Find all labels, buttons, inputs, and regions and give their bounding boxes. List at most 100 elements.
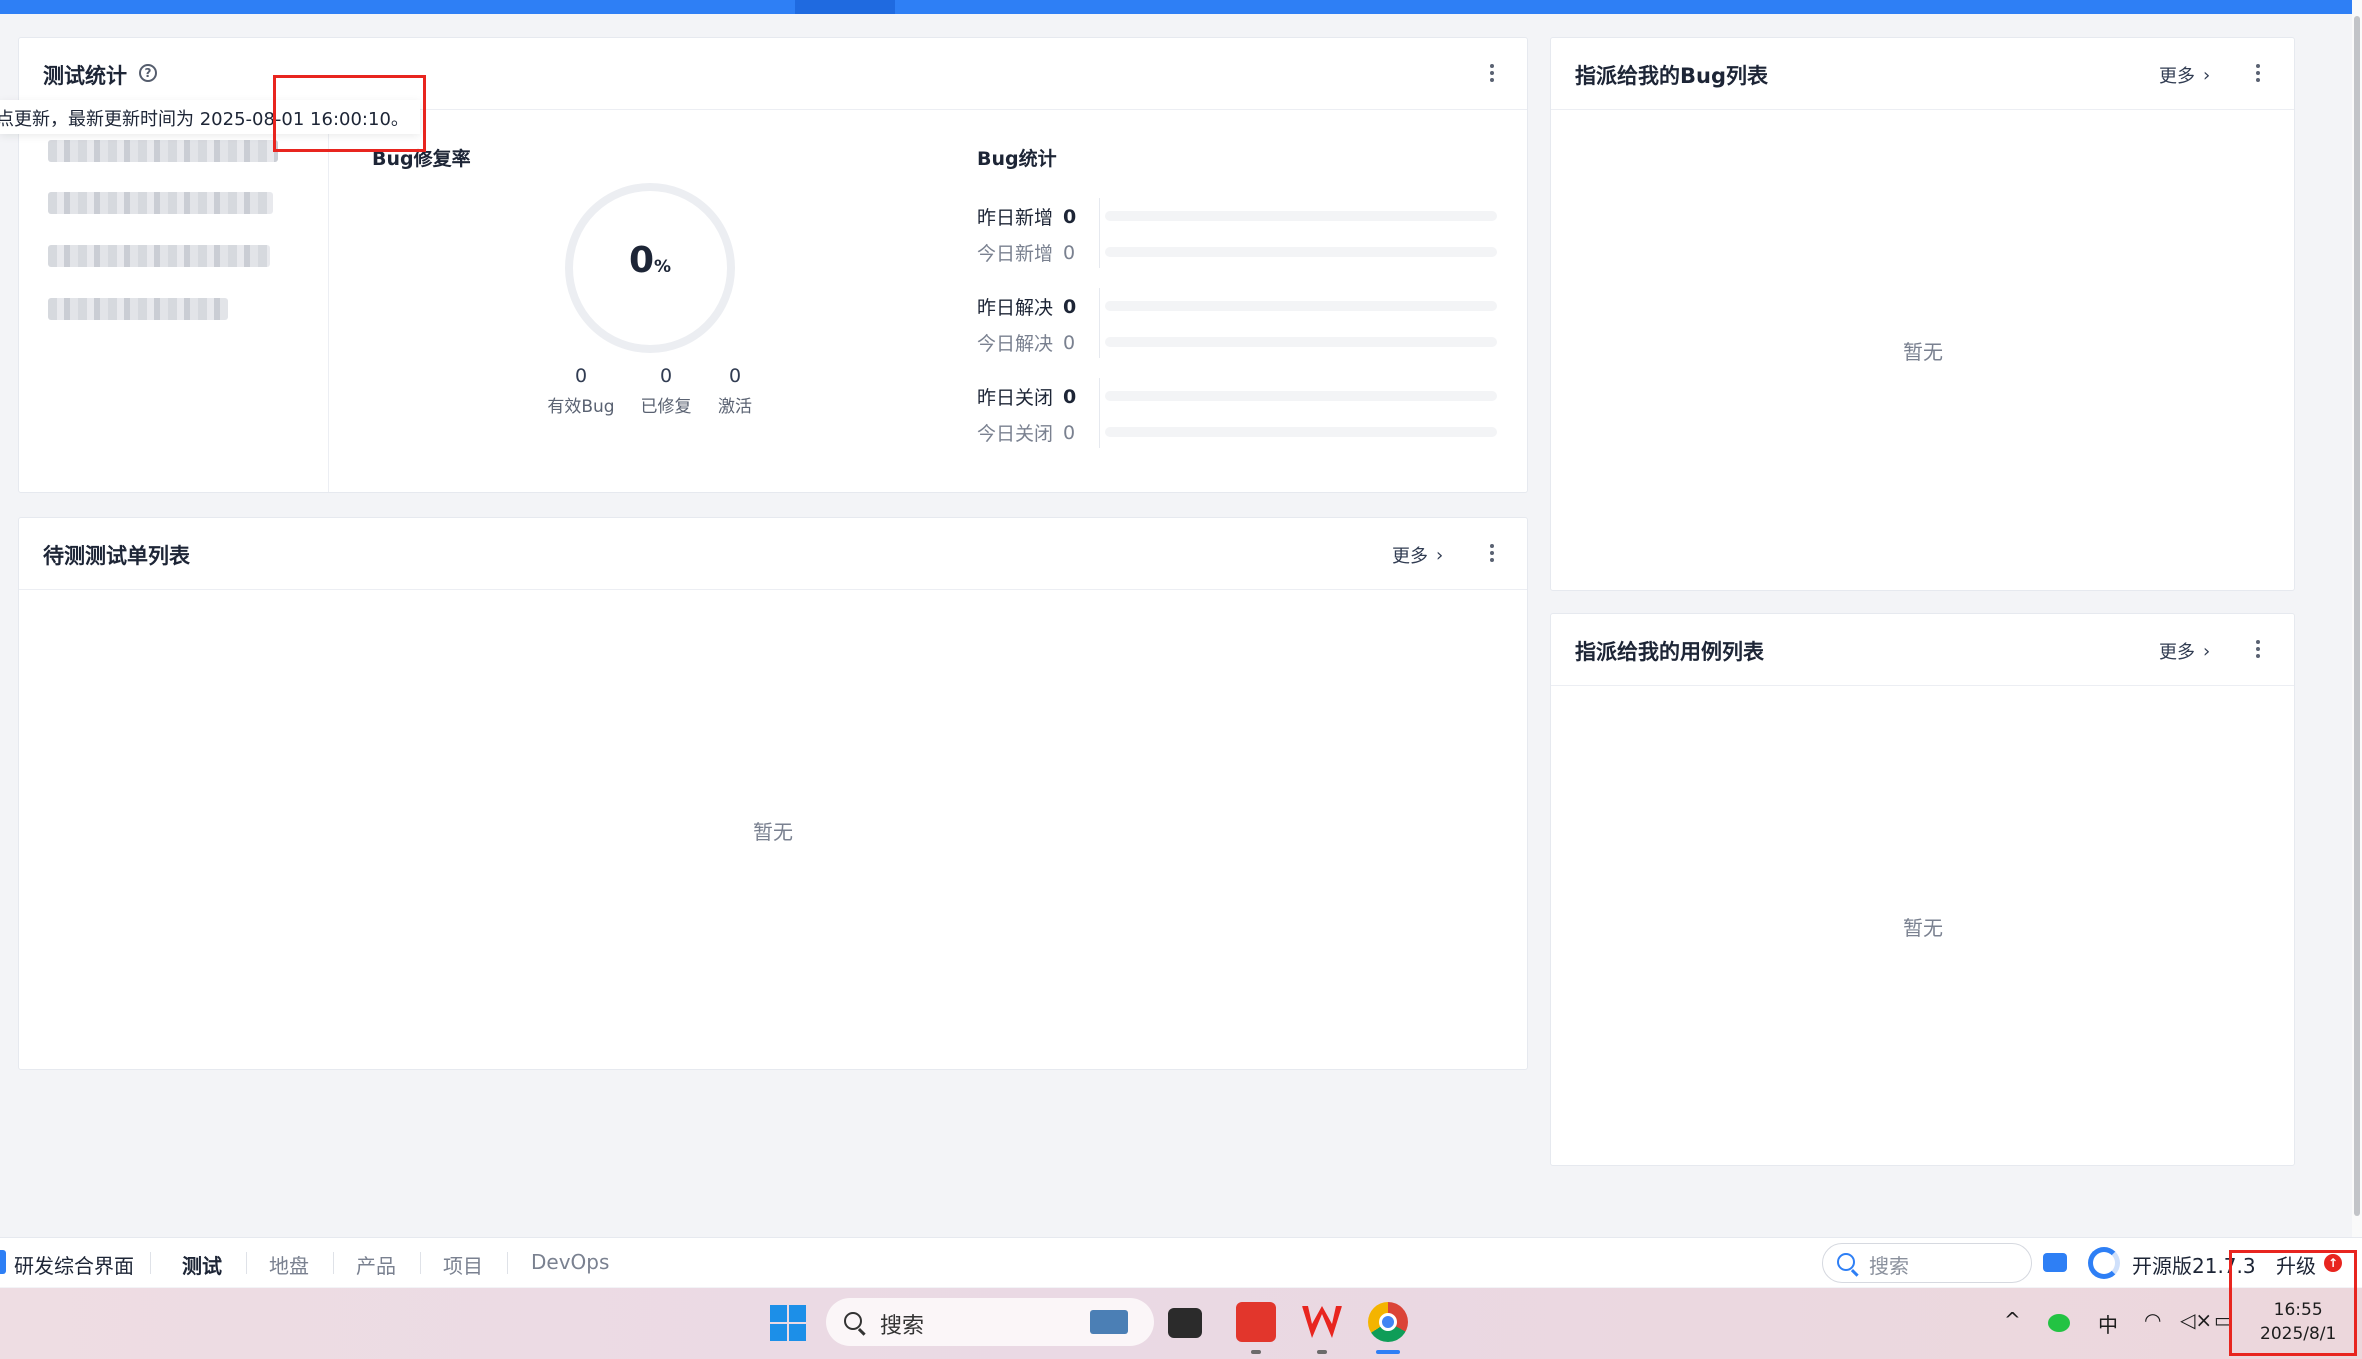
blurred-product-item[interactable] (48, 192, 273, 214)
ime-indicator[interactable]: 中 (2098, 1309, 2118, 1338)
active-tab-indicator[interactable] (795, 0, 895, 14)
bug-row-value: 0 (1063, 205, 1077, 228)
bug-row-yesterday-closed: 昨日关闭 0 (977, 383, 1076, 410)
bug-row-label: 今日新增 (977, 243, 1054, 265)
product-list-pane (18, 112, 329, 492)
active-label: 激活 (718, 397, 752, 417)
empty-state: 暂无 (753, 820, 793, 844)
nav-product[interactable]: 产品 (356, 1250, 396, 1279)
highlight-box-clock (2229, 1250, 2357, 1356)
bug-bar (1105, 247, 1497, 257)
nav-project[interactable]: 项目 (443, 1250, 483, 1279)
tray-chevron-up-icon[interactable]: ^ (2004, 1308, 2021, 1332)
bug-row-value: 0 (1063, 295, 1077, 318)
card-title: 指派给我的Bug列表 (1575, 64, 1768, 88)
card-header: 待测测试单列表 更多 › (19, 518, 1527, 590)
wifi-icon[interactable]: ◠ (2144, 1308, 2161, 1332)
nav-divider (420, 1252, 421, 1274)
more-link[interactable]: 更多 › (1392, 542, 1443, 568)
chevron-right-icon: › (1436, 544, 1444, 566)
nav-divider (333, 1252, 334, 1274)
wps-app-icon[interactable] (1302, 1306, 1342, 1338)
bug-bar (1105, 211, 1497, 221)
os-taskbar: 搜索 ^ 中 ◠ ◁× ▭ 16:55 2025/8/1 (0, 1288, 2362, 1359)
chevron-right-icon: › (2203, 640, 2211, 662)
card-header: 指派给我的Bug列表 更多 › (1551, 38, 2294, 110)
chevron-right-icon: › (2203, 64, 2211, 86)
nav-test[interactable]: 测试 (182, 1250, 222, 1279)
search-icon (844, 1312, 862, 1330)
bug-row-label: 今日关闭 (977, 423, 1054, 445)
bug-row-value: 0 (1063, 385, 1077, 408)
nav-divider (246, 1252, 247, 1274)
chrome-app-icon[interactable] (1368, 1302, 1408, 1342)
bug-bar (1105, 427, 1497, 437)
help-icon[interactable]: ? (139, 64, 157, 82)
more-options-icon[interactable] (1486, 540, 1498, 566)
more-options-icon[interactable] (1486, 60, 1498, 86)
blurred-product-item[interactable] (48, 298, 228, 320)
bug-row-value: 0 (1063, 331, 1076, 354)
bug-row-divider (1099, 198, 1100, 268)
bug-row-divider (1099, 288, 1100, 358)
nav-devops[interactable]: DevOps (531, 1250, 609, 1274)
app-running-indicator (1251, 1350, 1261, 1354)
card-header: 指派给我的用例列表 更多 › (1551, 614, 2294, 686)
search-icon (1837, 1253, 1855, 1271)
highlight-box-tooltip (273, 75, 426, 152)
xmind-app-icon[interactable] (1236, 1302, 1276, 1342)
fix-rate-number: 0 (628, 240, 654, 281)
more-link[interactable]: 更多 › (2159, 638, 2210, 664)
more-options-icon[interactable] (2252, 60, 2264, 86)
more-label: 更多 (2159, 642, 2195, 663)
bug-row-label: 今日解决 (977, 333, 1054, 355)
fix-rate-unit: % (654, 257, 672, 277)
taskbar-search[interactable]: 搜索 (826, 1298, 1154, 1346)
nav-home[interactable]: 研发综合界面 (14, 1250, 134, 1279)
nav-divider (507, 1252, 508, 1274)
bug-row-today-resolved: 今日解决 0 (977, 329, 1075, 356)
volume-muted-icon[interactable]: ◁× (2180, 1308, 2212, 1332)
empty-state: 暂无 (1903, 340, 1943, 364)
pending-builds-card: 待测测试单列表 更多 › 暂无 (18, 517, 1528, 1070)
bottom-nav-bar: 研发综合界面 测试 地盘 产品 项目 DevOps 搜索 开源版21.7.3 升… (0, 1237, 2362, 1287)
empty-state: 暂无 (1903, 916, 1943, 940)
more-link[interactable]: 更多 › (2159, 62, 2210, 88)
active-count: 0 (728, 365, 742, 387)
blurred-product-item[interactable] (48, 140, 278, 162)
chat-icon[interactable] (2043, 1253, 2067, 1272)
bug-row-today-closed: 今日关闭 0 (977, 419, 1075, 446)
card-title: 指派给我的用例列表 (1575, 640, 1764, 664)
app-running-indicator (1317, 1350, 1327, 1354)
task-view-icon[interactable] (1168, 1308, 1202, 1338)
wechat-tray-icon[interactable] (2048, 1314, 2070, 1332)
search-highlight-icon (1090, 1310, 1128, 1334)
windows-start-icon[interactable] (770, 1305, 806, 1341)
global-search-input[interactable]: 搜索 (1822, 1243, 2032, 1283)
bug-row-label: 昨日关闭 (977, 387, 1054, 409)
bug-stats-title: Bug统计 (977, 148, 1057, 170)
valid-bug-label: 有效Bug (547, 397, 615, 417)
bug-row-yesterday-new: 昨日新增 0 (977, 203, 1076, 230)
bug-row-value: 0 (1063, 421, 1076, 444)
fix-rate-value: 0% (565, 240, 735, 281)
app-active-indicator (1376, 1350, 1400, 1354)
home-logo-icon[interactable] (0, 1250, 6, 1274)
bug-bar (1105, 391, 1497, 401)
page-scrollbar[interactable] (2352, 0, 2362, 1237)
nav-my[interactable]: 地盘 (269, 1250, 309, 1279)
my-cases-card: 指派给我的用例列表 更多 › 暂无 (1550, 613, 2295, 1166)
taskbar-search-label: 搜索 (880, 1314, 925, 1339)
bug-row-label: 昨日新增 (977, 207, 1054, 229)
more-label: 更多 (2159, 66, 2195, 87)
bug-row-today-new: 今日新增 0 (977, 239, 1075, 266)
card-title: 测试统计 (43, 64, 127, 88)
top-header-bar (0, 0, 2362, 14)
more-label: 更多 (1392, 546, 1428, 567)
chrome-center (1379, 1313, 1397, 1331)
nav-divider (150, 1252, 151, 1274)
more-options-icon[interactable] (2252, 636, 2264, 662)
my-bugs-card: 指派给我的Bug列表 更多 › 暂无 (1550, 37, 2295, 591)
blurred-product-item[interactable] (48, 245, 270, 267)
bug-bar (1105, 301, 1497, 311)
